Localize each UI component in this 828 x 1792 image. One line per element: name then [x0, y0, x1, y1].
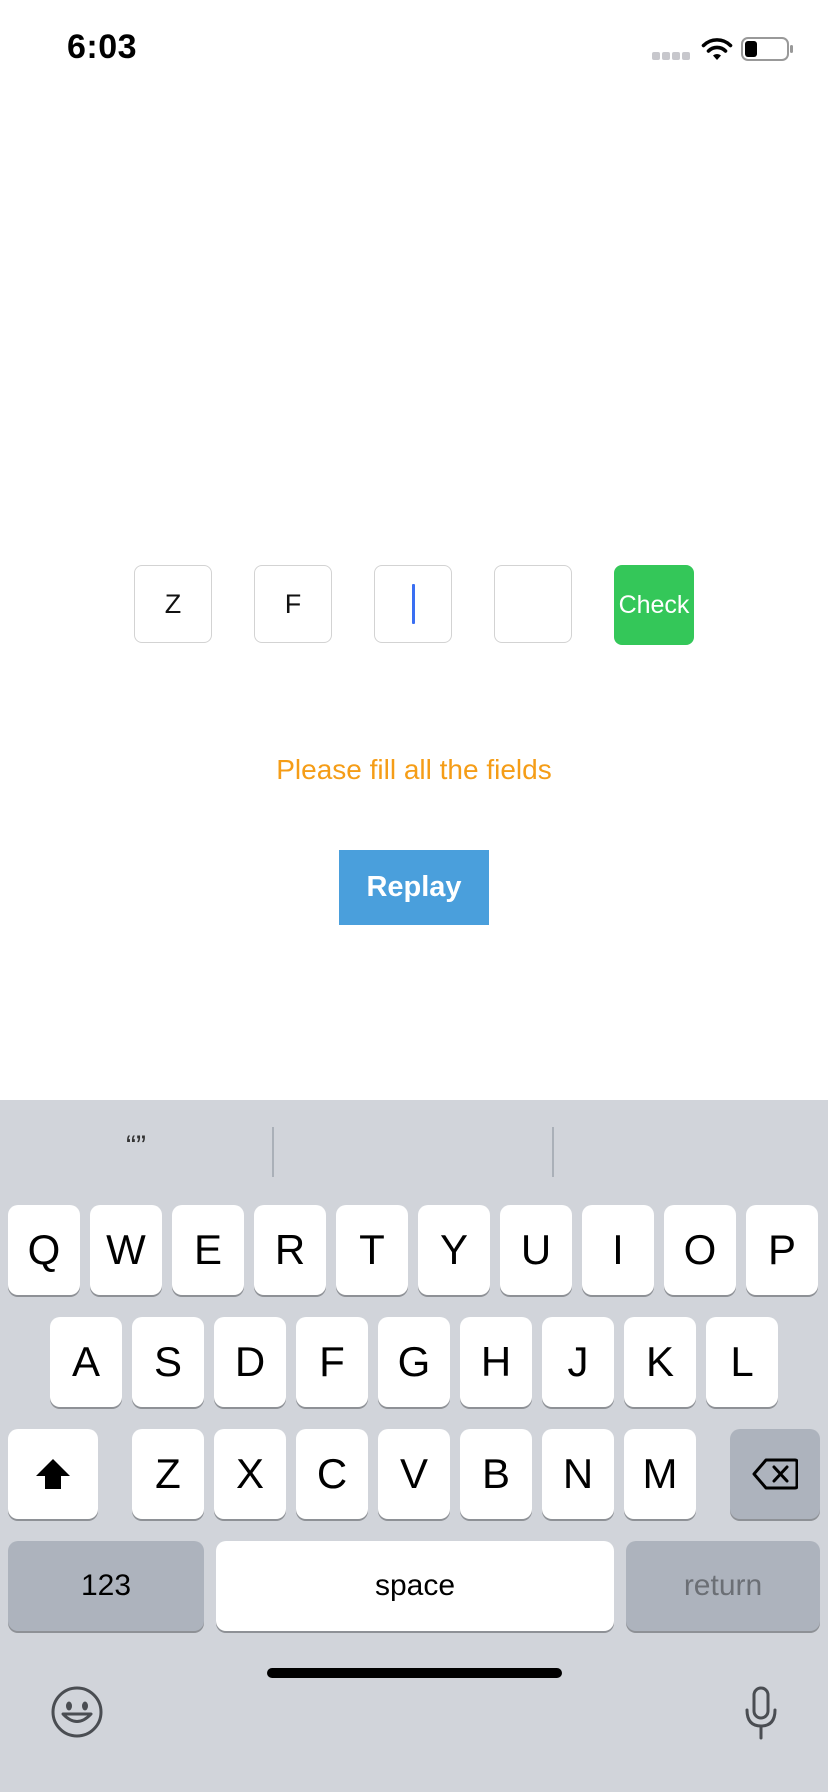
- key-h[interactable]: H: [460, 1317, 532, 1407]
- keyboard: “” Q W E R T Y U I O P A S D F G H J K L…: [0, 1100, 828, 1792]
- code-input-2[interactable]: F: [254, 565, 332, 643]
- key-k[interactable]: K: [624, 1317, 696, 1407]
- emoji-icon[interactable]: [50, 1685, 104, 1739]
- key-l[interactable]: L: [706, 1317, 778, 1407]
- key-s[interactable]: S: [132, 1317, 204, 1407]
- key-m[interactable]: M: [624, 1429, 696, 1519]
- key-o[interactable]: O: [664, 1205, 736, 1295]
- backspace-key[interactable]: [730, 1429, 820, 1519]
- suggestion-divider: [272, 1127, 274, 1177]
- return-key[interactable]: return: [626, 1541, 820, 1631]
- space-key[interactable]: space: [216, 1541, 614, 1631]
- key-e[interactable]: E: [172, 1205, 244, 1295]
- key-r[interactable]: R: [254, 1205, 326, 1295]
- cellular-signal-icon: [652, 52, 692, 64]
- key-f[interactable]: F: [296, 1317, 368, 1407]
- shift-icon: [36, 1459, 70, 1489]
- status-bar: 6:03: [0, 0, 828, 100]
- key-n[interactable]: N: [542, 1429, 614, 1519]
- key-u[interactable]: U: [500, 1205, 572, 1295]
- suggestion-divider: [552, 1127, 554, 1177]
- code-entry-row: Z F Check: [0, 565, 828, 647]
- key-y[interactable]: Y: [418, 1205, 490, 1295]
- shift-key[interactable]: [8, 1429, 98, 1519]
- validation-message: Please fill all the fields: [276, 754, 552, 785]
- code-input-1[interactable]: Z: [134, 565, 212, 643]
- key-d[interactable]: D: [214, 1317, 286, 1407]
- replay-button[interactable]: Replay: [339, 850, 489, 925]
- suggestion-1[interactable]: “”: [0, 1130, 272, 1164]
- key-p[interactable]: P: [746, 1205, 818, 1295]
- wifi-icon: [701, 38, 733, 60]
- suggestion-bar: “”: [0, 1100, 828, 1200]
- text-caret: [411, 584, 415, 624]
- key-i[interactable]: I: [582, 1205, 654, 1295]
- key-t[interactable]: T: [336, 1205, 408, 1295]
- key-z[interactable]: Z: [132, 1429, 204, 1519]
- key-v[interactable]: V: [378, 1429, 450, 1519]
- key-g[interactable]: G: [378, 1317, 450, 1407]
- code-input-3[interactable]: [374, 565, 452, 643]
- battery-icon: [741, 37, 793, 61]
- key-w[interactable]: W: [90, 1205, 162, 1295]
- key-b[interactable]: B: [460, 1429, 532, 1519]
- status-time: 6:03: [67, 28, 138, 66]
- check-button[interactable]: Check: [614, 565, 694, 645]
- key-j[interactable]: J: [542, 1317, 614, 1407]
- key-c[interactable]: C: [296, 1429, 368, 1519]
- home-indicator: [267, 1668, 562, 1678]
- numbers-key[interactable]: 123: [8, 1541, 204, 1631]
- microphone-icon[interactable]: [743, 1685, 779, 1741]
- code-input-4[interactable]: [494, 565, 572, 643]
- key-x[interactable]: X: [214, 1429, 286, 1519]
- key-q[interactable]: Q: [8, 1205, 80, 1295]
- backspace-icon: [752, 1458, 798, 1490]
- key-a[interactable]: A: [50, 1317, 122, 1407]
